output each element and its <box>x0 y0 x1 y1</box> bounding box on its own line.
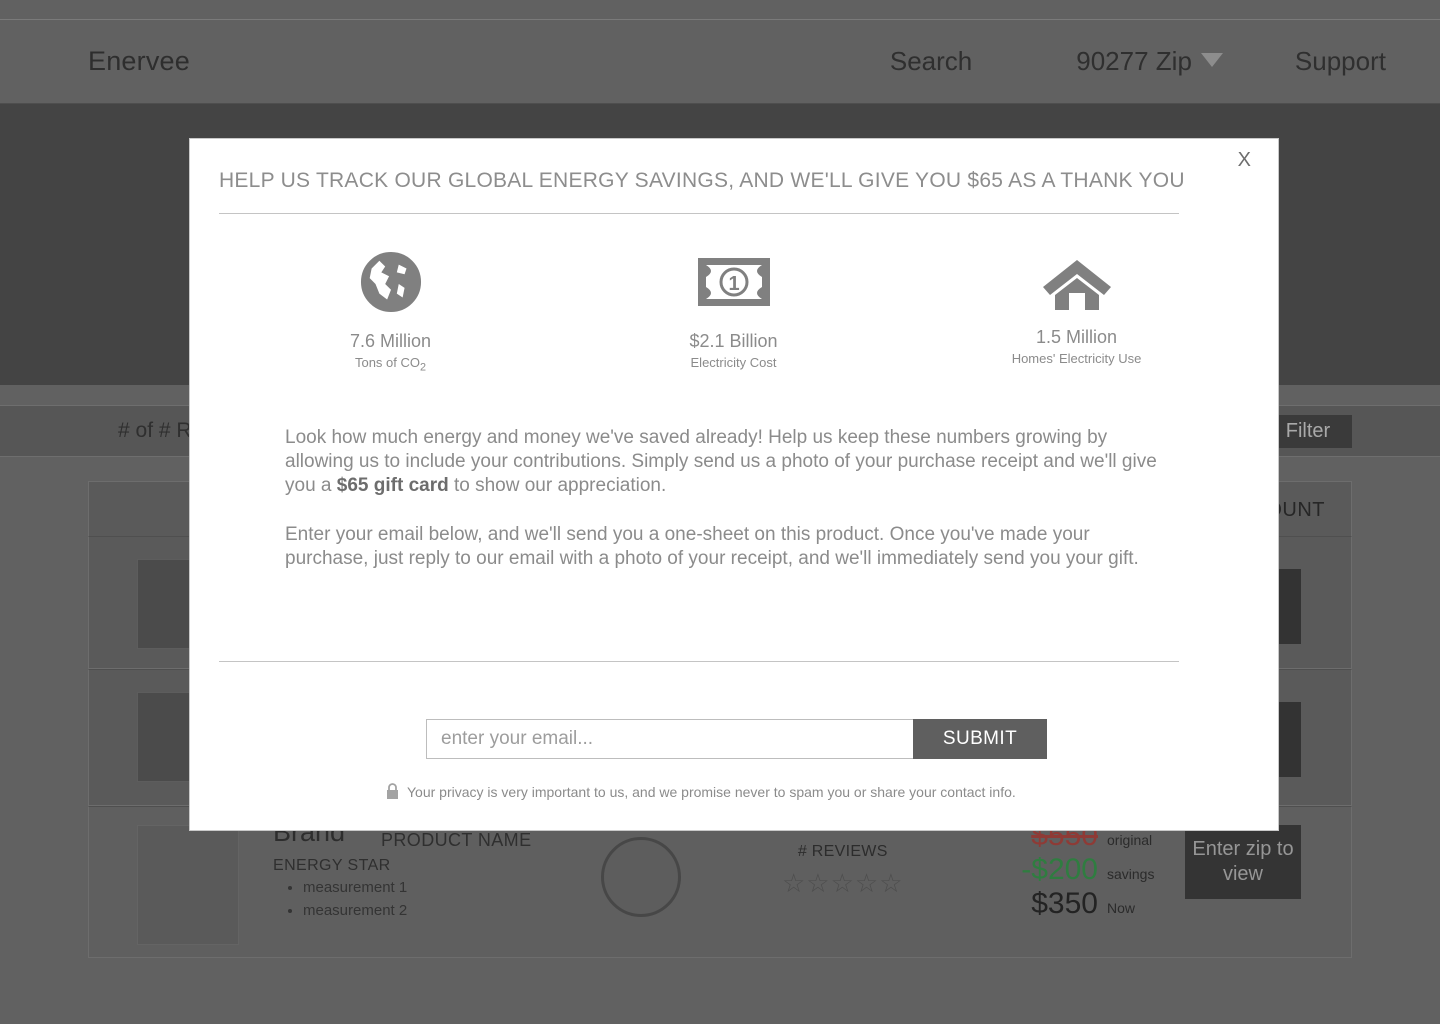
list-item: measurement 2 <box>303 902 407 919</box>
price-savings-tag: savings <box>1107 866 1155 882</box>
stat-value: 7.6 Million <box>349 331 432 351</box>
screen: Enervee Search 90277 Zip Support # of # … <box>0 0 1440 1024</box>
dollar-bill-icon: 1 <box>562 251 905 313</box>
stat-label: Tons of CO2 <box>219 355 562 374</box>
enter-zip-button[interactable]: Enter zip to view <box>1185 825 1301 899</box>
brand-logo[interactable]: Enervee <box>88 46 190 77</box>
stat-label-text: Tons of CO <box>354 355 420 370</box>
privacy-note: Your privacy is very important to us, an… <box>386 783 1016 800</box>
divider <box>219 661 1179 662</box>
modal-title: HELP US TRACK OUR GLOBAL ENERGY SAVINGS,… <box>219 169 1185 192</box>
nav-support-link[interactable]: Support <box>1295 46 1386 77</box>
product-measurements: measurement 1 measurement 2 <box>285 879 407 925</box>
stat-label: Homes' Electricity Use <box>1011 351 1142 366</box>
product-reviews: # REVIEWS ☆☆☆☆☆ <box>782 843 904 896</box>
email-signup-form: SUBMIT <box>426 719 1047 759</box>
chevron-down-icon <box>1200 53 1223 67</box>
lock-icon <box>387 783 398 799</box>
divider <box>219 213 1179 214</box>
house-icon <box>905 251 1248 313</box>
price-savings: -$200 <box>1021 853 1098 886</box>
savings-stats: 7.6 Million Tons of CO2 1 $2.1 Billion E… <box>219 251 1249 374</box>
product-score-badge <box>601 837 681 917</box>
stat-label-subscript: 2 <box>420 361 427 374</box>
nav-links: Search 90277 Zip Support <box>890 46 1440 77</box>
stat-label: Electricity Cost <box>690 355 777 370</box>
stat-value: 1.5 Million <box>1035 327 1118 347</box>
modal-paragraph-1: Look how much energy and money we've sav… <box>285 426 1175 498</box>
list-item: measurement 1 <box>303 879 407 896</box>
nav-search-link[interactable]: Search <box>890 46 972 77</box>
promo-modal: X HELP US TRACK OUR GLOBAL ENERGY SAVING… <box>189 138 1279 831</box>
stat-homes-electricity: 1.5 Million Homes' Electricity Use <box>905 251 1248 374</box>
modal-paragraph-2: Enter your email below, and we'll send y… <box>285 524 1139 569</box>
price-original-tag: original <box>1107 832 1153 848</box>
product-pricing: $550 original -$200 savings $350 Now <box>964 819 1164 921</box>
reviews-count-label: # REVIEWS <box>797 843 888 860</box>
stat-electricity-cost: 1 $2.1 Billion Electricity Cost <box>562 251 905 374</box>
svg-text:1: 1 <box>728 273 739 295</box>
privacy-text: Your privacy is very important to us, an… <box>407 783 1016 800</box>
nav-zip-selector[interactable]: 90277 Zip <box>1076 46 1223 77</box>
paragraph-1-text-end: to show our appreciation. <box>448 475 667 496</box>
price-now: $350 <box>1031 887 1098 920</box>
top-navbar: Enervee Search 90277 Zip Support <box>0 19 1440 104</box>
price-savings-line: -$200 savings <box>964 853 1164 887</box>
star-rating-icon[interactable]: ☆☆☆☆☆ <box>782 870 904 896</box>
product-name: PRODUCT NAME <box>381 830 532 850</box>
email-input[interactable] <box>426 719 913 759</box>
globe-icon <box>219 251 562 313</box>
close-icon[interactable]: X <box>1232 146 1257 174</box>
nav-zip-label: 90277 Zip <box>1076 46 1192 76</box>
stat-value: $2.1 Billion <box>689 331 778 351</box>
stat-co2: 7.6 Million Tons of CO2 <box>219 251 562 374</box>
price-now-line: $350 Now <box>964 887 1164 921</box>
product-thumbnail <box>137 825 239 945</box>
gift-card-highlight: $65 gift card <box>336 475 449 496</box>
energy-star-label: ENERGY STAR <box>273 857 391 874</box>
price-now-tag: Now <box>1107 900 1136 916</box>
submit-button[interactable]: SUBMIT <box>913 719 1047 759</box>
